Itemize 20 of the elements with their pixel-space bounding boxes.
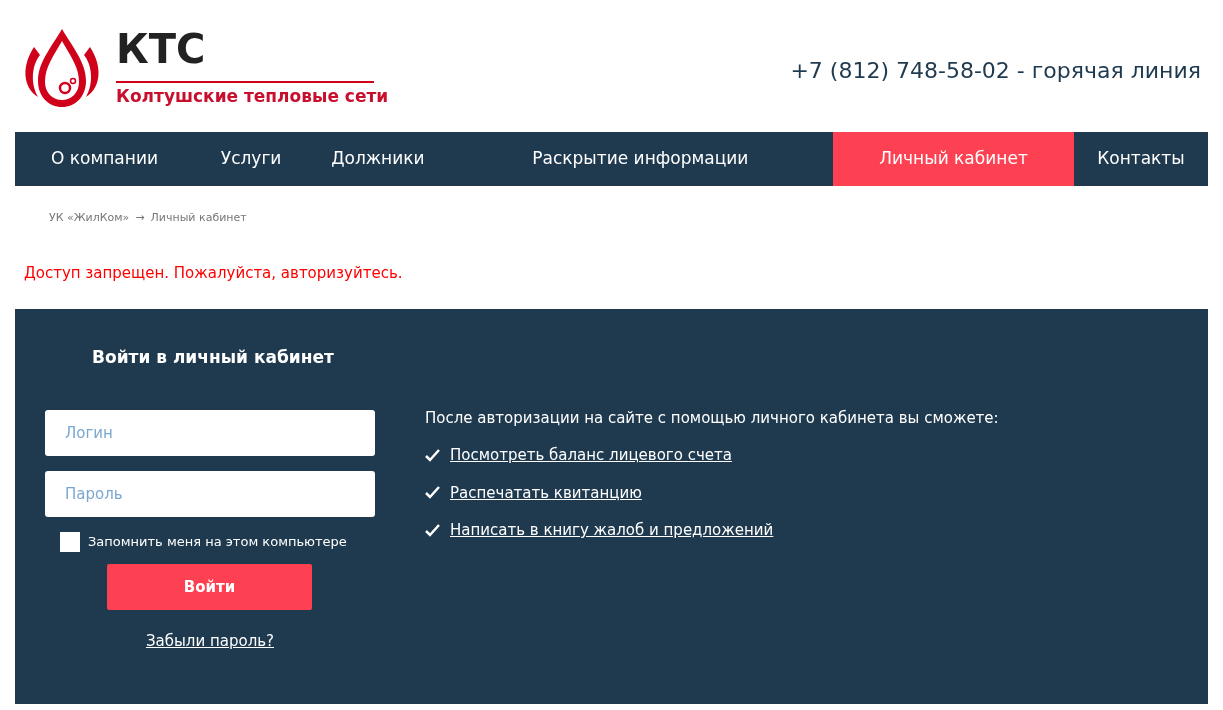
breadcrumb-item: Личный кабинет (150, 210, 247, 226)
logo-name: КТС (116, 28, 207, 69)
breadcrumb-item[interactable]: УК «ЖилКом» (49, 210, 130, 227)
hotline-phone: +7 (812) 748-58-02 - горячая линия (790, 56, 1201, 85)
remember-checkbox[interactable] (60, 532, 80, 552)
error-message: Доступ запрещен. Пожалуйста, авторизуйтесь. (24, 263, 403, 282)
remember-label: Запомнить меня на этом компьютере (88, 533, 347, 552)
login-field[interactable]: Логин (45, 410, 375, 456)
login-title: Войти в личный кабинет (92, 345, 335, 369)
benefits-intro: После авторизации на сайте с помощью личного кабинета вы сможете: (425, 407, 999, 429)
check-icon (425, 486, 440, 500)
benefit-link[interactable]: Написать в книгу жалоб и предложений (450, 519, 774, 542)
breadcrumb-separator: → (135, 210, 145, 226)
forgot-password-link[interactable]: Забыли пароль? (145, 630, 275, 653)
benefit-link[interactable]: Посмотреть баланс лицевого счета (450, 444, 732, 467)
logo-subtitle: Колтушские тепловые сети (116, 85, 389, 108)
check-icon (425, 523, 440, 537)
check-icon (425, 448, 440, 462)
benefit-link[interactable]: Распечатать квитанцию (450, 481, 642, 504)
password-field[interactable]: Пароль (45, 471, 375, 517)
